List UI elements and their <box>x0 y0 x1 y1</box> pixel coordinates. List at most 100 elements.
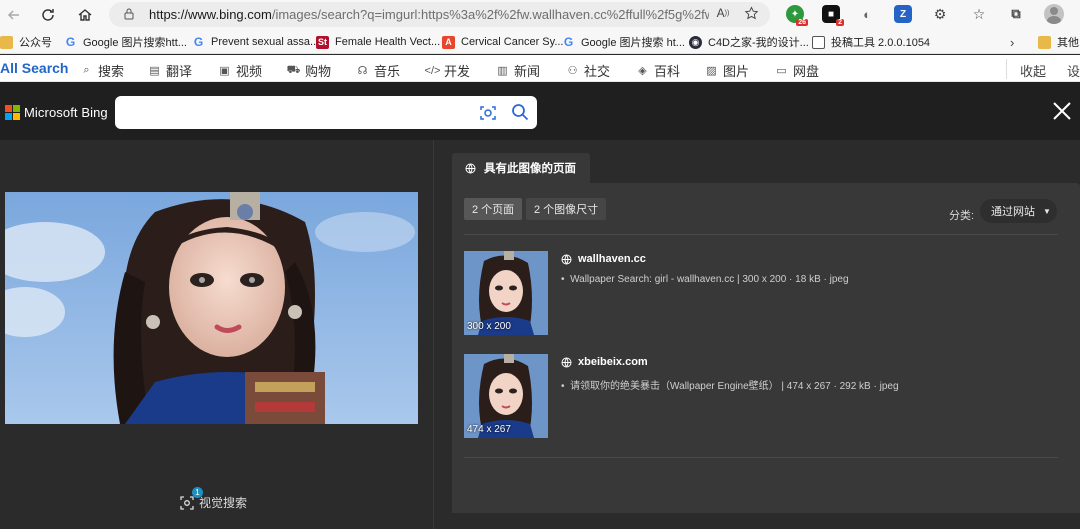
translate-tab[interactable]: ▤ 翻译 <box>148 61 192 80</box>
settings-button[interactable]: 设 <box>1067 61 1080 80</box>
adobe-icon: A <box>442 35 455 49</box>
pages-with-image-pane: 具有此图像的页面 2 个页面 2 个图像尺寸 分类: 通过网站 ▼ 300 x … <box>435 140 1080 529</box>
google-icon: G <box>563 35 574 49</box>
chevron-right-icon[interactable]: › <box>1010 34 1014 50</box>
news-tab[interactable]: ▥ 新闻 <box>496 61 540 80</box>
image-preview-pane: 1 视觉搜索 <box>0 140 434 529</box>
bookmark-item[interactable]: ◉ C4D之家-我的设计... <box>689 34 809 50</box>
divider <box>464 234 1058 235</box>
result-item[interactable]: 474 x 267 xbeibeix.com • 请领取你的绝美暴击（Wallp… <box>464 354 1058 438</box>
extension-3-icon[interactable]: ◐ <box>858 5 876 23</box>
bookmark-item[interactable]: G Prevent sexual assa... <box>192 34 319 50</box>
all-search-logo[interactable]: All Search <box>0 60 68 76</box>
drive-icon: ▭ <box>776 65 787 77</box>
result-site-link[interactable]: xbeibeix.com <box>561 356 648 368</box>
search-icon: ⌕ <box>83 64 90 76</box>
bing-search-input[interactable] <box>115 96 537 129</box>
extensions-puzzle-icon[interactable]: ⚙ <box>931 5 949 23</box>
bookmark-item[interactable]: G Google 图片搜索 ht... <box>562 34 685 50</box>
pages-count-pill[interactable]: 2 个页面 <box>464 198 523 220</box>
c4d-icon: ◉ <box>689 35 702 49</box>
microsoft-bing-logo[interactable]: Microsoft Bing <box>5 105 108 120</box>
search-extension-bar: All Search ⌕ 搜索 ▤ 翻译 ▣ 视频 ⛟ 购物 ☊ 音乐 </> 开发 ▥ 新闻… <box>0 55 1080 82</box>
result-description[interactable]: • 请领取你的绝美暴击（Wallpaper Engine壁纸） | 474 x … <box>561 377 899 392</box>
bookmarks-bar: 公众号 G Google 图片搜索htt... G Prevent sexual a… <box>0 29 1080 54</box>
document-icon <box>812 35 825 49</box>
google-icon: G <box>65 35 76 49</box>
bookmark-item[interactable]: 公众号 <box>0 34 52 50</box>
bookmark-item[interactable]: St Female Health Vect... <box>316 34 440 50</box>
result-thumbnail[interactable]: 474 x 267 <box>464 354 548 438</box>
dev-tab[interactable]: </> 开发 <box>424 61 470 80</box>
extension-4-icon[interactable]: Z <box>894 5 912 23</box>
news-icon: ▥ <box>497 65 508 77</box>
video-tab[interactable]: ▣ 视频 <box>218 61 262 80</box>
globe-icon <box>561 254 572 264</box>
refresh-icon[interactable] <box>38 5 58 25</box>
thumbnail-size-label: 300 x 200 <box>467 321 511 332</box>
visual-search-icon: 1 <box>180 486 203 510</box>
cart-icon: ⛟ <box>286 63 301 76</box>
result-site-link[interactable]: wallhaven.cc <box>561 253 646 265</box>
close-icon[interactable] <box>1050 99 1074 123</box>
microsoft-logo-icon <box>5 105 20 120</box>
stock-icon: St <box>316 35 329 49</box>
pages-panel: 2 个页面 2 个图像尺寸 分类: 通过网站 ▼ 300 x 200 wallh… <box>452 183 1080 513</box>
wiki-tab[interactable]: ◈ 百科 <box>636 61 680 80</box>
favorite-star-icon[interactable] <box>742 4 760 22</box>
thumbnail-size-label: 474 x 267 <box>467 424 511 435</box>
social-tab[interactable]: ⚇ 社交 <box>566 61 610 80</box>
home-icon[interactable] <box>75 5 95 25</box>
image-icon: ▨ <box>706 65 717 77</box>
main-image[interactable] <box>5 192 418 424</box>
bookmark-item[interactable]: A Cervical Cancer Sy... <box>442 34 564 50</box>
globe-icon <box>561 357 572 367</box>
profile-avatar[interactable] <box>1044 4 1064 24</box>
read-aloud-icon[interactable]: A)) <box>714 4 732 22</box>
shopping-tab[interactable]: ⛟ 购物 <box>287 61 331 80</box>
translate-icon: ▤ <box>149 65 160 77</box>
visual-search-badge: 1 <box>192 486 203 498</box>
folder-icon <box>0 35 13 49</box>
music-tab[interactable]: ☊ 音乐 <box>356 61 400 80</box>
browser-toolbar: https://www.bing.com/images/search?q=img… <box>0 0 1080 29</box>
tab-pages-with-image[interactable]: 具有此图像的页面 <box>452 153 590 183</box>
portrait-image <box>5 192 418 424</box>
collapse-button[interactable]: 收起 <box>1020 61 1046 80</box>
sort-dropdown[interactable]: 通过网站 ▼ <box>980 199 1057 223</box>
caret-down-icon: ▼ <box>1043 206 1051 216</box>
back-arrow-icon[interactable] <box>4 5 24 25</box>
search-icon[interactable] <box>511 103 529 121</box>
sort-label: 分类: <box>949 210 975 222</box>
google-icon: G <box>193 35 204 49</box>
divider <box>464 457 1058 458</box>
extension-2-icon[interactable]: ■ 2 <box>822 5 844 26</box>
visual-search-button[interactable]: 1 视觉搜索 <box>180 486 247 511</box>
visual-search-camera-icon[interactable] <box>479 104 497 122</box>
favorites-icon[interactable]: ☆ <box>970 5 988 23</box>
search-tab[interactable]: ⌕ 搜索 <box>80 61 124 80</box>
url-text: https://www.bing.com/images/search?q=img… <box>149 7 709 22</box>
collections-icon[interactable]: ⧉ <box>1007 5 1025 23</box>
bookmark-item[interactable]: G Google 图片搜索htt... <box>64 34 187 50</box>
result-item[interactable]: 300 x 200 wallhaven.cc • Wallpaper Searc… <box>464 251 1058 335</box>
result-description[interactable]: • Wallpaper Search: girl - wallhaven.cc … <box>561 274 849 285</box>
images-tab[interactable]: ▨ 图片 <box>705 61 749 80</box>
image-sizes-pill[interactable]: 2 个图像尺寸 <box>526 198 607 220</box>
people-icon: ⚇ <box>567 65 578 77</box>
extension-1-icon[interactable]: ✦ 26 <box>786 5 808 26</box>
cloud-drive-tab[interactable]: ▭ 网盘 <box>775 61 819 80</box>
lock-icon <box>124 8 134 20</box>
bing-header: Microsoft Bing <box>0 82 1080 140</box>
result-thumbnail[interactable]: 300 x 200 <box>464 251 548 335</box>
globe-icon <box>465 163 476 173</box>
address-bar[interactable]: https://www.bing.com/images/search?q=img… <box>109 2 770 27</box>
folder-icon <box>1038 35 1051 49</box>
divider <box>1006 59 1007 79</box>
headphones-icon: ☊ <box>357 65 368 77</box>
bookmark-item[interactable]: 其他 <box>1038 34 1079 50</box>
bing-image-overlay: Microsoft Bing 1 视觉搜索 具有此图像的页面 2 个页面 2 个… <box>0 82 1080 529</box>
layers-icon: ◈ <box>638 65 647 77</box>
bookmark-item[interactable]: 投稿工具 2.0.0.1054 <box>812 34 930 50</box>
code-icon: </> <box>424 64 441 77</box>
